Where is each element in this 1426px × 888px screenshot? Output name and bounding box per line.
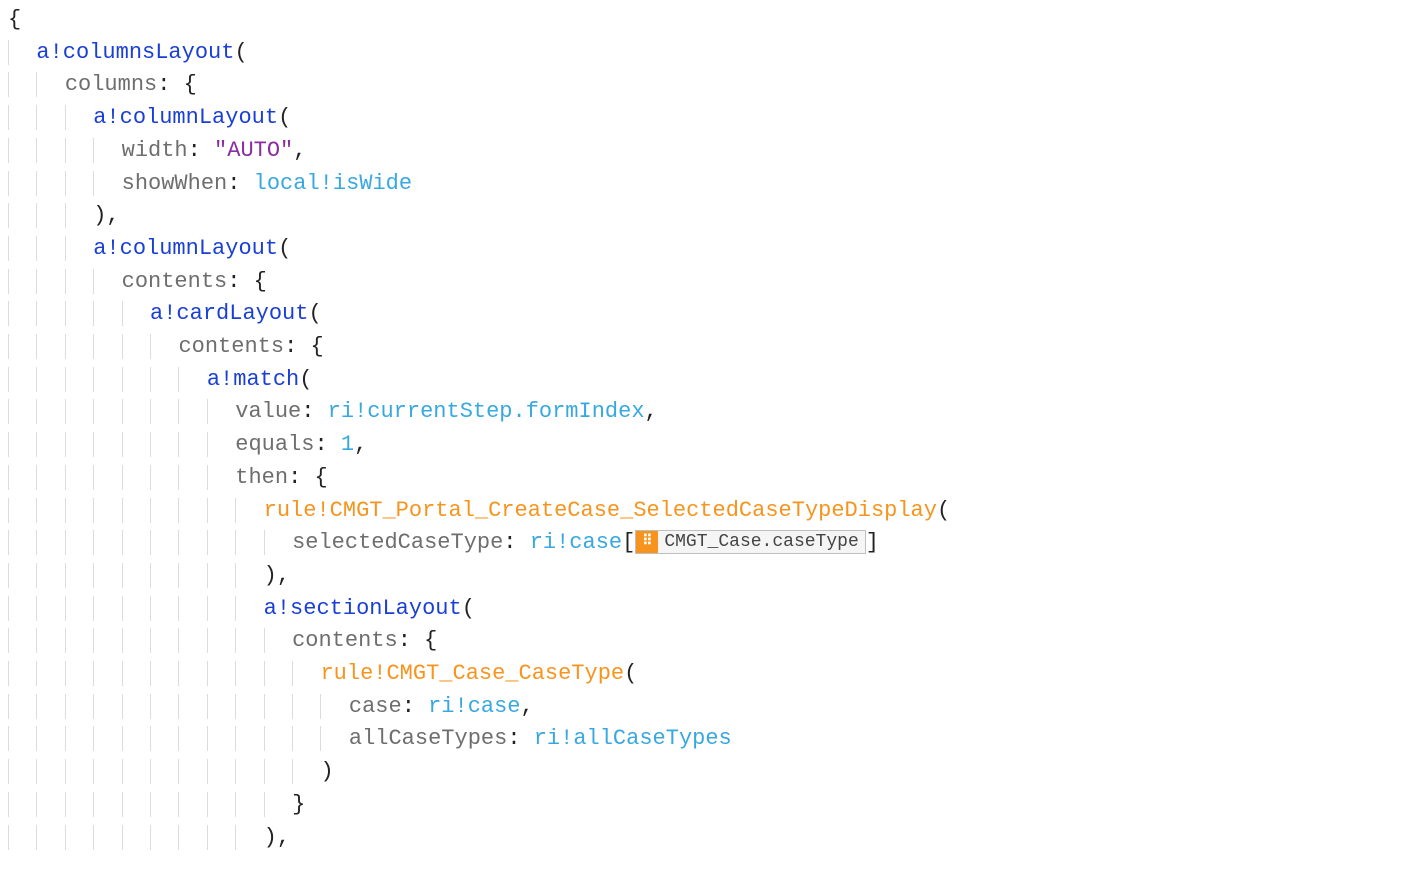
paren: ( — [624, 661, 637, 686]
link-icon: ⠿ — [636, 531, 658, 553]
param-name: contents — [292, 628, 398, 653]
comma: , — [277, 825, 290, 850]
param-name: value — [235, 399, 301, 424]
paren: ( — [308, 301, 321, 326]
chip-label: CMGT_Case.caseType — [664, 530, 858, 554]
function-call: a!match — [207, 367, 299, 392]
colon: : — [314, 432, 327, 457]
param-name: equals — [235, 432, 314, 457]
comma: , — [521, 694, 534, 719]
param-name: allCaseTypes — [349, 726, 507, 751]
rule-call: rule!CMGT_Portal_CreateCase_SelectedCase… — [264, 498, 937, 523]
bracket: ] — [866, 530, 879, 555]
function-call: a!columnLayout — [93, 105, 278, 130]
brace: { — [411, 628, 437, 653]
function-call: a!cardLayout — [150, 301, 308, 326]
bracket: [ — [622, 530, 635, 555]
paren: ) — [320, 759, 333, 784]
paren: ) — [264, 563, 277, 588]
variable: ri!allCaseTypes — [521, 726, 732, 751]
colon: : — [157, 72, 170, 97]
function-call: a!columnLayout — [93, 236, 278, 261]
param-name: contents — [122, 269, 228, 294]
paren: ( — [278, 236, 291, 261]
brace: { — [297, 334, 323, 359]
colon: : — [227, 269, 240, 294]
variable: ri!case — [415, 694, 521, 719]
colon: : — [288, 465, 301, 490]
param-name: columns — [65, 72, 157, 97]
colon: : — [503, 530, 516, 555]
paren: ( — [937, 498, 950, 523]
comma: , — [106, 203, 119, 228]
param-name: showWhen — [122, 171, 228, 196]
brace: { — [301, 465, 327, 490]
param-name: contents — [178, 334, 284, 359]
rule-call: rule!CMGT_Case_CaseType — [320, 661, 624, 686]
paren: ( — [462, 596, 475, 621]
param-name: selectedCaseType — [292, 530, 503, 555]
param-name: width — [122, 138, 188, 163]
colon: : — [402, 694, 415, 719]
string-literal: "AUTO" — [201, 138, 293, 163]
comma: , — [293, 138, 306, 163]
comma: , — [277, 563, 290, 588]
code-editor[interactable]: { a!columnsLayout( columns: { a!columnLa… — [8, 4, 1426, 854]
comma: , — [645, 399, 658, 424]
param-name: then — [235, 465, 288, 490]
comma: , — [354, 432, 367, 457]
brace: } — [292, 792, 305, 817]
variable: ri!case — [517, 530, 623, 555]
function-call: a!columnsLayout — [36, 40, 234, 65]
paren: ) — [264, 825, 277, 850]
number-literal: 1 — [328, 432, 354, 457]
paren: ( — [234, 40, 247, 65]
brace: { — [170, 72, 196, 97]
colon: : — [188, 138, 201, 163]
colon: : — [301, 399, 314, 424]
colon: : — [284, 334, 297, 359]
variable: local!isWide — [240, 171, 412, 196]
param-name: case — [349, 694, 402, 719]
paren: ( — [278, 105, 291, 130]
colon: : — [227, 171, 240, 196]
paren: ) — [93, 203, 106, 228]
brace: { — [240, 269, 266, 294]
paren: ( — [299, 367, 312, 392]
colon: : — [507, 726, 520, 751]
function-call: a!sectionLayout — [264, 596, 462, 621]
record-type-chip[interactable]: ⠿ CMGT_Case.caseType — [635, 530, 865, 554]
colon: : — [398, 628, 411, 653]
variable: ri!currentStep.formIndex — [314, 399, 644, 424]
brace: { — [8, 7, 21, 32]
